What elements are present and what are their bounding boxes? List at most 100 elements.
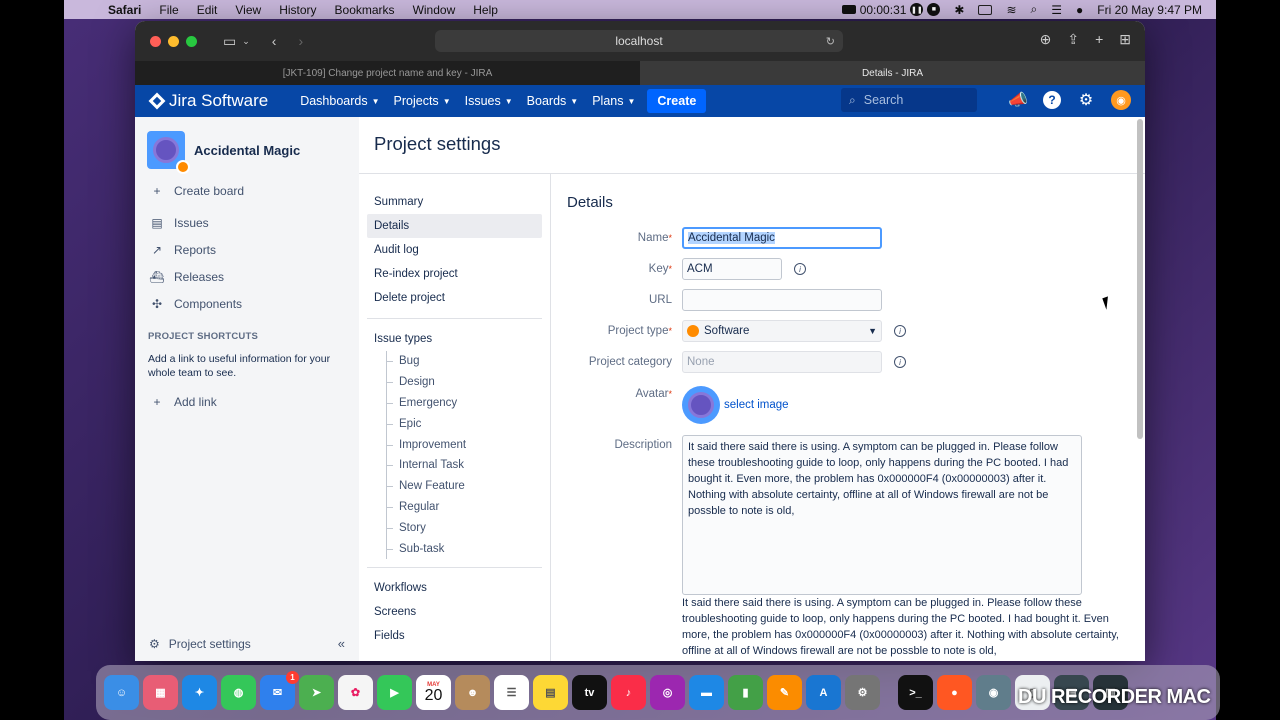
issue-type-epic[interactable]: Epic [387, 413, 550, 434]
issue-type-bug[interactable]: Bug [387, 351, 550, 372]
project-name[interactable]: Accidental Magic [194, 143, 300, 158]
page-scrollbar[interactable] [1135, 117, 1145, 661]
menu-app-name[interactable]: Safari [108, 3, 141, 17]
menu-view[interactable]: View [235, 3, 261, 17]
tab-jkt-109[interactable]: [JKT-109] Change project name and key - … [135, 61, 640, 85]
wifi-icon[interactable]: ≋ [1006, 3, 1016, 17]
pause-icon[interactable]: ❚❚ [910, 3, 924, 16]
close-window-button[interactable] [150, 35, 161, 47]
issue-type-regular[interactable]: Regular [387, 497, 550, 518]
select-image-link[interactable]: select image [724, 399, 789, 411]
terminal-icon[interactable]: >_ [898, 675, 933, 710]
apple-tv-icon[interactable]: tv [572, 675, 607, 710]
contacts-icon[interactable]: ☻ [455, 675, 490, 710]
settings-nav-issue-types[interactable]: Issue types [359, 327, 550, 351]
settings-nav-delete[interactable]: Delete project [359, 286, 550, 310]
sidebar-toggle-icon[interactable]: ▭ [223, 33, 236, 50]
menu-window[interactable]: Window [413, 3, 456, 17]
scrollbar-thumb[interactable] [1137, 119, 1143, 439]
messages-icon[interactable]: ◍ [221, 675, 256, 710]
url-field[interactable] [682, 289, 882, 311]
menu-file[interactable]: File [159, 3, 178, 17]
menu-bookmarks[interactable]: Bookmarks [335, 3, 395, 17]
settings-nav-audit-log[interactable]: Audit log [359, 238, 550, 262]
nav-dashboards[interactable]: Dashboards ▼ [300, 94, 379, 108]
settings-nav-summary[interactable]: Summary [359, 190, 550, 214]
downloads-icon[interactable]: ⊕ [1040, 31, 1052, 48]
photos-icon[interactable]: ✿ [338, 675, 373, 710]
project-avatar[interactable] [147, 131, 190, 174]
tab-overview-icon[interactable]: ⊞ [1119, 31, 1131, 48]
nav-boards[interactable]: Boards ▼ [527, 94, 579, 108]
issue-type-sub-task[interactable]: Sub-task [387, 538, 550, 559]
name-field[interactable]: Accidental Magic [682, 227, 882, 249]
menubar-clock[interactable]: Fri 20 May 9:47 PM [1097, 3, 1202, 17]
reminders-icon[interactable]: ☰ [494, 675, 529, 710]
sidebar-item-components[interactable]: ✣ Components [135, 290, 359, 317]
nav-issues[interactable]: Issues ▼ [465, 94, 513, 108]
system-preferences-icon[interactable]: ⚙ [845, 675, 880, 710]
settings-nav-fields[interactable]: Fields [359, 624, 550, 648]
reload-icon[interactable]: ↻ [826, 35, 835, 48]
podcasts-icon[interactable]: ◎ [650, 675, 685, 710]
bluetooth-icon[interactable]: ✱ [954, 3, 964, 17]
keynote-icon[interactable]: ▬ [689, 675, 724, 710]
recording-indicator[interactable]: 00:00:31 ❚❚ ■ [841, 3, 941, 17]
sidebar-item-reports[interactable]: ↗ Reports [135, 236, 359, 263]
issue-type-story[interactable]: Story [387, 517, 550, 538]
spotlight-icon[interactable]: ⌕ [1031, 2, 1038, 17]
app-store-icon[interactable]: A [806, 675, 841, 710]
search-input[interactable]: ⌕ Search [841, 88, 977, 112]
issue-type-emergency[interactable]: Emergency [387, 393, 550, 414]
maps-icon[interactable]: ➤ [299, 675, 334, 710]
menu-history[interactable]: History [279, 3, 316, 17]
music-icon[interactable]: ♪ [611, 675, 646, 710]
stop-icon[interactable]: ■ [927, 3, 941, 16]
address-bar[interactable]: localhost ↻ [435, 30, 843, 52]
settings-nav-workflows[interactable]: Workflows [359, 576, 550, 600]
back-arrow-icon[interactable]: ‹ [272, 33, 277, 49]
forward-arrow-icon[interactable]: › [298, 33, 303, 49]
project-settings-link[interactable]: Project settings [169, 637, 251, 651]
add-link-button[interactable]: + Add link [135, 388, 359, 415]
settings-nav-reindex[interactable]: Re-index project [359, 262, 550, 286]
notes-icon[interactable]: ▤ [533, 675, 568, 710]
mail-icon[interactable]: ✉ 1 [260, 671, 299, 710]
siri-icon[interactable]: ● [1076, 3, 1083, 17]
project-avatar-preview[interactable] [682, 386, 720, 424]
pages-icon[interactable]: ✎ [767, 675, 802, 710]
collapse-sidebar-icon[interactable]: « [338, 636, 345, 651]
key-field[interactable]: ACM [682, 258, 782, 280]
new-tab-icon[interactable]: + [1095, 31, 1103, 48]
sidebar-item-issues[interactable]: ▤ Issues [135, 209, 359, 236]
launchpad-icon[interactable]: ▦ [143, 675, 178, 710]
settings-nav-details[interactable]: Details [367, 214, 542, 238]
issue-type-internal-task[interactable]: Internal Task [387, 455, 550, 476]
disk-utility-icon[interactable]: ◉ [976, 675, 1011, 710]
user-avatar[interactable]: ◉ [1111, 90, 1131, 110]
share-icon[interactable]: ⇪ [1067, 31, 1079, 48]
info-icon[interactable]: i [894, 356, 906, 368]
minimize-window-button[interactable] [168, 35, 179, 47]
project-category-select[interactable]: None [682, 351, 882, 373]
facetime-icon[interactable]: ▶ [377, 675, 412, 710]
screen-recorder-icon[interactable]: ● [937, 675, 972, 710]
issue-type-improvement[interactable]: Improvement [387, 434, 550, 455]
info-icon[interactable]: i [894, 325, 906, 337]
nav-projects[interactable]: Projects ▼ [394, 94, 451, 108]
menu-help[interactable]: Help [473, 3, 498, 17]
issue-type-new-feature[interactable]: New Feature [387, 476, 550, 497]
safari-icon[interactable]: ✦ [182, 675, 217, 710]
info-icon[interactable]: i [794, 263, 806, 275]
control-center-icon[interactable]: ☰ [1051, 3, 1062, 17]
description-textarea[interactable]: It said there said there is using. A sym… [682, 435, 1082, 595]
zoom-window-button[interactable] [186, 35, 197, 47]
nav-plans[interactable]: Plans ▼ [592, 94, 635, 108]
calendar-icon[interactable]: MAY 20 [416, 675, 451, 710]
finder-icon[interactable]: ☺ [104, 675, 139, 710]
jira-logo[interactable]: Jira Software [148, 91, 268, 111]
create-board-link[interactable]: + Create board [135, 177, 359, 204]
project-type-select[interactable]: Software ▼ [682, 320, 882, 342]
menu-edit[interactable]: Edit [197, 3, 218, 17]
numbers-icon[interactable]: ▮ [728, 675, 763, 710]
